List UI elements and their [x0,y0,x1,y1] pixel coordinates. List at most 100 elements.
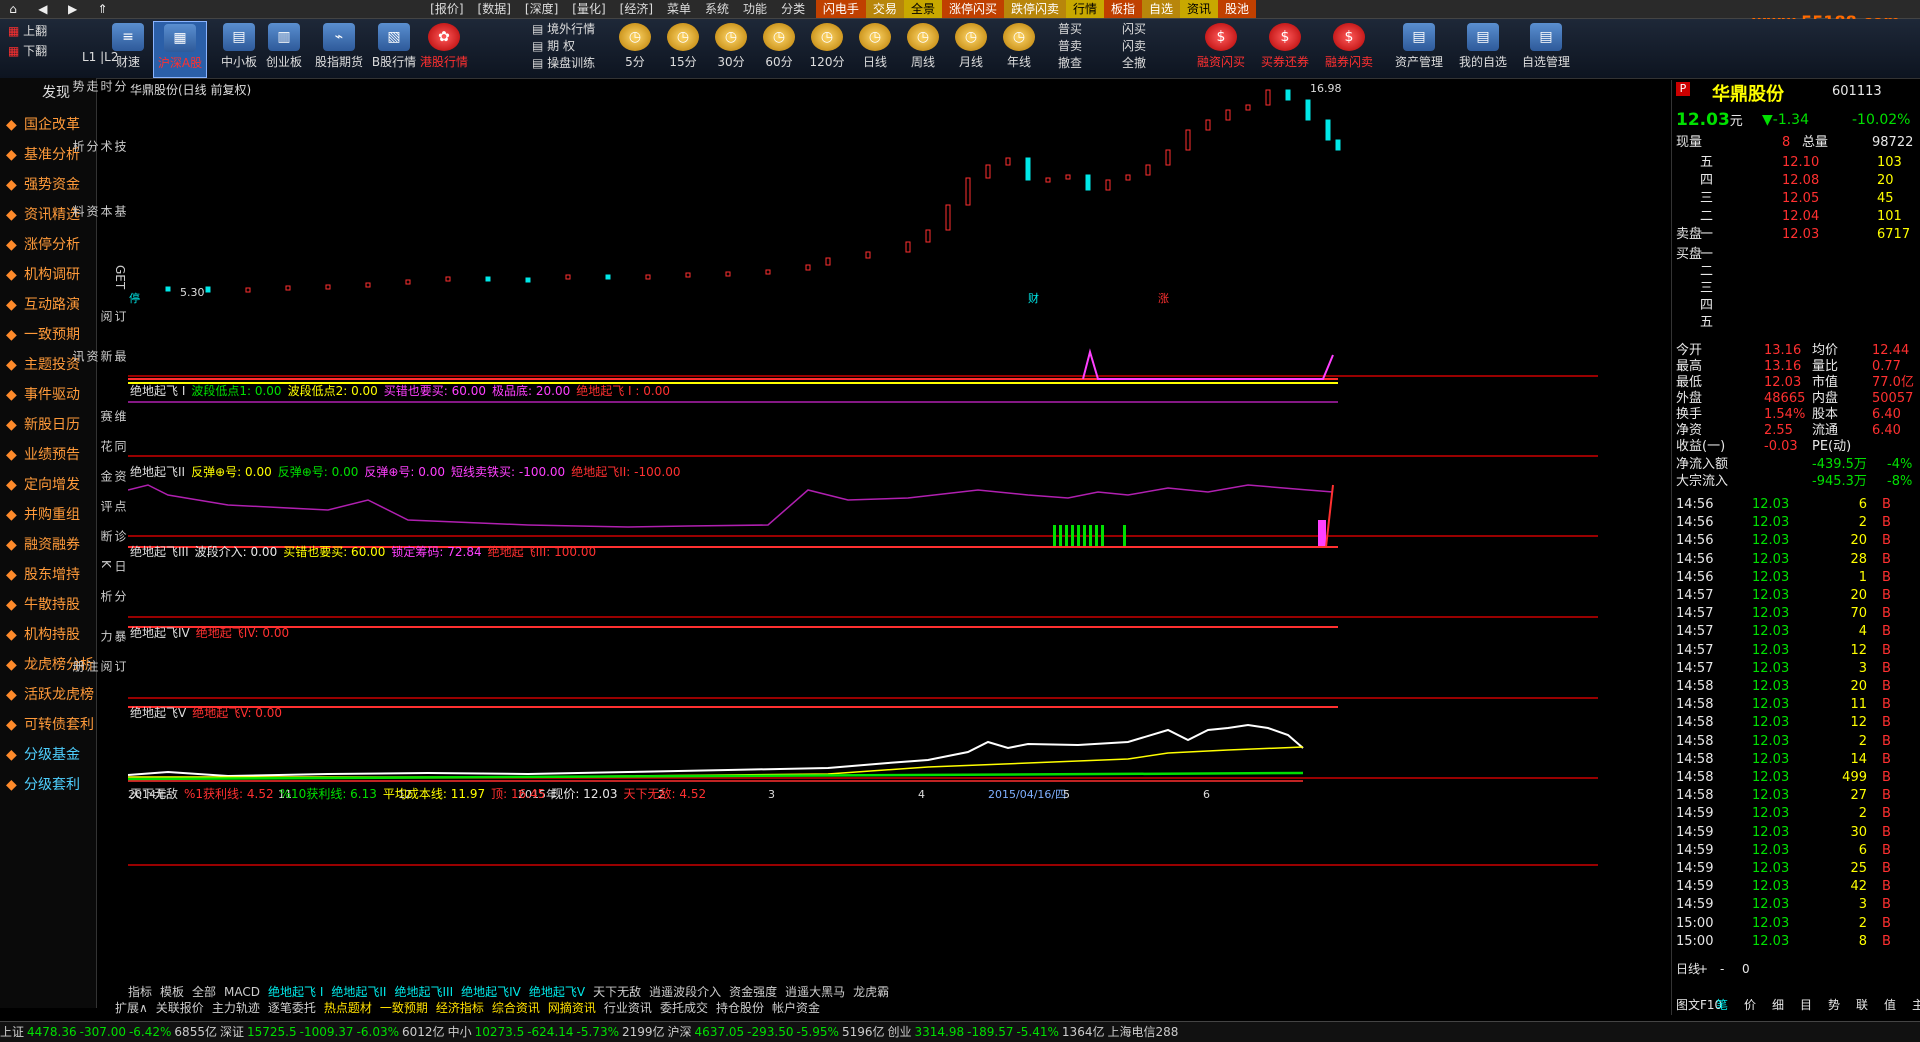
indicator-tab[interactable]: 龙虎霸 [853,985,889,999]
panel-tab[interactable]: 笔 [1716,996,1728,1014]
trading-practice-link[interactable]: ▤ 操盘训练 [532,55,595,72]
panel-bottom-control[interactable]: + [1698,960,1708,978]
menu-item[interactable]: 系统 [698,0,736,18]
period-button[interactable]: ◷ 30分 [708,21,754,76]
panel-bottom-control[interactable]: 0 [1742,960,1750,978]
trade-link[interactable]: 撤查 [1058,55,1082,72]
menu-highlight[interactable]: 交易 [865,0,904,18]
forward-icon[interactable]: ▶ [60,0,86,18]
trade-link[interactable]: 闪卖 [1122,38,1146,55]
menu-item[interactable]: [报价] [423,0,470,18]
vertical-tab[interactable]: 点评 [99,500,127,512]
vertical-tab[interactable]: 诊断 [99,530,127,542]
kline-chart[interactable]: 16.985.302014年 11 12 2015年 2 3 4 2015/04/16/四5 6… [128,80,1598,985]
trade-button[interactable]: $ 融资闪买 [1190,21,1252,76]
toolbar-button[interactable]: ▧ B股行情 [368,21,420,76]
overseas-quotes-link[interactable]: ▤ 境外行情 [532,21,595,38]
toolbar-button[interactable]: ≡ 财速 [102,21,154,76]
menu-highlight[interactable]: 股池 [1218,0,1257,18]
sidebar-item[interactable]: ◆ 新股日历 [6,414,80,436]
vertical-tab[interactable]: 分时走势 [71,80,127,92]
extension-tab[interactable]: 帐户资金 [772,1001,820,1015]
period-button[interactable]: ◷ 月线 [948,21,994,76]
trade-button[interactable]: $ 融券闪卖 [1318,21,1380,76]
sidebar-item[interactable]: ◆ 股东增持 [6,564,80,586]
extension-tab[interactable]: 关联报价 [156,1001,204,1015]
panel-tab[interactable]: 势 [1828,996,1840,1014]
vertical-tab[interactable]: 技术分析 [71,140,127,152]
trade-link[interactable]: 全撤 [1122,55,1146,72]
extension-tab[interactable]: 行业资讯 [604,1001,652,1015]
vertical-tab[interactable]: 分析 [99,590,127,602]
panel-tab[interactable]: 联 [1856,996,1868,1014]
sidebar-item[interactable]: ◆ 事件驱动 [6,384,80,406]
back-icon[interactable]: ◀ [30,0,56,18]
period-button[interactable]: ◷ 120分 [804,21,850,76]
period-button[interactable]: ◷ 年线 [996,21,1042,76]
trade-button[interactable]: ▤ 我的自选 [1452,21,1514,76]
sidebar-item[interactable]: ◆ 涨停分析 [6,234,80,256]
toolbar-button[interactable]: ⌁ 股指期货 [313,21,365,76]
menu-item[interactable]: [深度] [518,0,565,18]
vertical-tab[interactable]: 维赛 [99,410,127,422]
vertical-tab[interactable]: GET [113,265,127,289]
period-button[interactable]: ◷ 60分 [756,21,802,76]
sidebar-item[interactable]: ◆ 牛散持股 [6,594,80,616]
toolbar-button[interactable]: ▥ 创业板 [258,21,310,76]
trade-link[interactable]: 普买 [1058,21,1082,38]
menu-highlight[interactable]: 资讯 [1180,0,1219,18]
period-button[interactable]: ◷ 周线 [900,21,946,76]
period-button[interactable]: ◷ 日线 [852,21,898,76]
sidebar-item[interactable]: ◆ 主题投资 [6,354,80,376]
sidebar-item[interactable]: ◆ 机构持股 [6,624,80,646]
extension-tab[interactable]: 热点题材 [324,1001,372,1015]
menu-highlight[interactable]: 闪电手 [815,0,866,18]
panel-tab[interactable]: 价 [1744,996,1756,1014]
trade-button[interactable]: $ 买券还券 [1254,21,1316,76]
extension-tab[interactable]: 网摘资讯 [548,1001,596,1015]
extension-tab[interactable]: 扩展∧ [115,1001,148,1015]
sidebar-item[interactable]: ◆ 一致预期 [6,324,80,346]
page-down-button[interactable]: ▦ 下翻 [8,43,47,60]
sidebar-item[interactable]: ◆ 强势资金 [6,174,80,196]
menu-item[interactable]: [量化] [565,0,612,18]
menu-item[interactable]: 功能 [736,0,774,18]
vertical-tab[interactable]: 暴力 [99,630,127,642]
sidebar-item[interactable]: ◆ 互动路演 [6,294,80,316]
vertical-tab[interactable]: 订阅 [99,310,127,322]
menu-item[interactable]: [数据] [471,0,518,18]
indicator-tab[interactable]: 绝地起飞 I [268,985,323,999]
indicator-tab[interactable]: 绝地起飞III [394,985,453,999]
menu-item[interactable]: 菜单 [660,0,698,18]
chart-area[interactable]: 华鼎股份(日线 前复权) 16.98 5.30 2014年 11 12 2015年 2 3 4 2… [128,80,1598,1015]
menu-highlight[interactable]: 涨停闪买 [941,0,1004,18]
trade-link[interactable]: 普卖 [1058,38,1082,55]
toolbar-button[interactable]: ▦ 沪深A股 [153,21,207,78]
menu-item[interactable]: [经济] [613,0,660,18]
extension-tab[interactable]: 一致预期 [380,1001,428,1015]
indicator-tab[interactable]: 模板 [160,985,184,999]
sidebar-item[interactable]: ◆ 定向增发 [6,474,80,496]
sidebar-item[interactable]: ◆ 并购重组 [6,504,80,526]
sidebar-item[interactable]: ◆ 基准分析 [6,144,80,166]
menu-item[interactable]: 分类 [774,0,812,18]
sidebar-item[interactable]: ◆ 资讯精选 [6,204,80,226]
indicator-tab[interactable]: 逍遥大黑马 [785,985,845,999]
indicator-tab[interactable]: 天下无敌 [593,985,641,999]
extension-tab[interactable]: 逐笔委托 [268,1001,316,1015]
panel-bottom-control[interactable]: 日线 [1676,960,1700,978]
home-icon[interactable]: ⌂ [0,0,26,18]
panel-tab[interactable]: 目 [1800,996,1812,1014]
options-link[interactable]: ▤ 期 权 [532,38,575,55]
trade-button[interactable]: ▤ 自选管理 [1515,21,1577,76]
sidebar-item[interactable]: ◆ 分级基金 [6,744,80,766]
indicator-tab[interactable]: 绝地起飞IV [461,985,521,999]
indicator-tab[interactable]: 绝地起飞V [529,985,585,999]
sidebar-item[interactable]: ◆ 活跃龙虎榜 [6,684,94,706]
indicator-tab[interactable]: 绝地起飞II [331,985,386,999]
vertical-tab[interactable]: 同花 [99,440,127,452]
indicator-tab[interactable]: MACD [224,985,260,999]
indicator-tab[interactable]: 全部 [192,985,216,999]
indicator-tab[interactable]: 指标 [128,985,152,999]
extension-tab[interactable]: 持仓股份 [716,1001,764,1015]
